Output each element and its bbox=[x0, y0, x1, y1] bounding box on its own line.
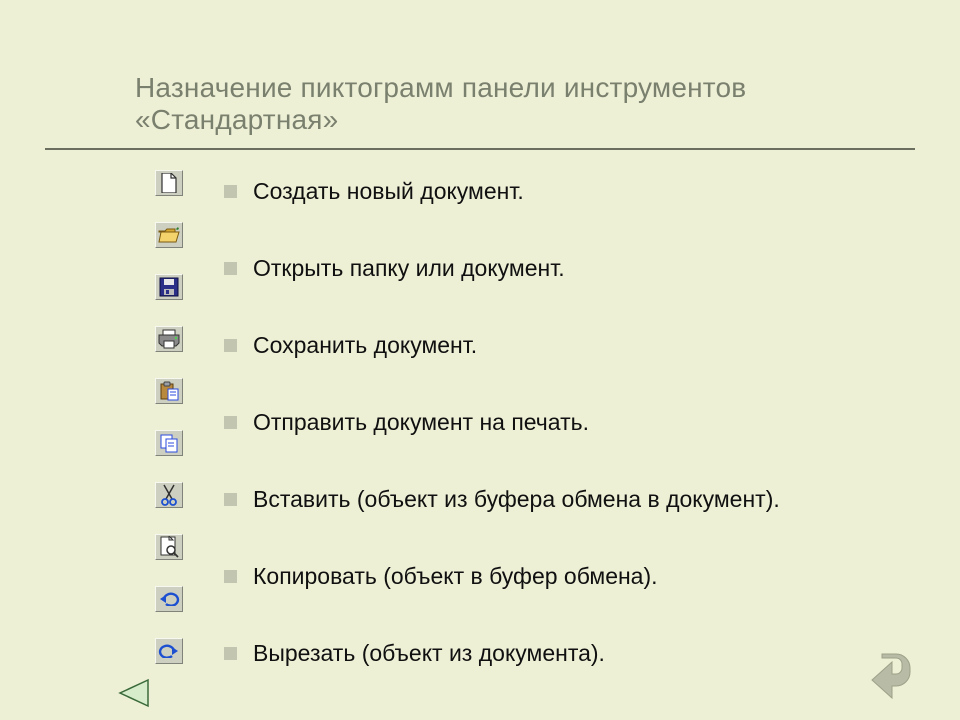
list-item: Копировать (объект в буфер обмена). bbox=[224, 563, 900, 590]
list-item: Создать новый документ. bbox=[224, 178, 900, 205]
print-preview-icon bbox=[155, 534, 183, 560]
bullet-icon bbox=[224, 262, 237, 275]
list-item: Сохранить документ. bbox=[224, 332, 900, 359]
nav-return-button[interactable] bbox=[860, 646, 924, 700]
toolbar-icon-column bbox=[155, 170, 185, 690]
list-item-label: Сохранить документ. bbox=[253, 332, 477, 359]
nav-back-button[interactable] bbox=[116, 678, 150, 708]
undo-icon bbox=[155, 586, 183, 612]
list-item: Отправить документ на печать. bbox=[224, 409, 900, 436]
list-item-label: Вырезать (объект из документа). bbox=[253, 640, 605, 667]
redo-icon bbox=[155, 638, 183, 664]
description-list: Создать новый документ. Открыть папку ил… bbox=[224, 178, 900, 717]
cut-icon bbox=[155, 482, 183, 508]
list-item: Открыть папку или документ. bbox=[224, 255, 900, 282]
title-divider bbox=[45, 148, 915, 150]
slide: Назначение пиктограмм панели инструменто… bbox=[0, 0, 960, 720]
copy-icon bbox=[155, 430, 183, 456]
bullet-icon bbox=[224, 647, 237, 660]
list-item: Вырезать (объект из документа). bbox=[224, 640, 900, 667]
new-document-icon bbox=[155, 170, 183, 196]
bullet-icon bbox=[224, 570, 237, 583]
bullet-icon bbox=[224, 416, 237, 429]
list-item: Вставить (объект из буфера обмена в доку… bbox=[224, 486, 900, 513]
slide-title: Назначение пиктограмм панели инструменто… bbox=[135, 72, 900, 136]
list-item-label: Копировать (объект в буфер обмена). bbox=[253, 563, 658, 590]
save-icon bbox=[155, 274, 183, 300]
bullet-icon bbox=[224, 185, 237, 198]
open-folder-icon bbox=[155, 222, 183, 248]
list-item-label: Создать новый документ. bbox=[253, 178, 524, 205]
paste-icon bbox=[155, 378, 183, 404]
list-item-label: Открыть папку или документ. bbox=[253, 255, 565, 282]
bullet-icon bbox=[224, 339, 237, 352]
bullet-icon bbox=[224, 493, 237, 506]
print-icon bbox=[155, 326, 183, 352]
list-item-label: Вставить (объект из буфера обмена в доку… bbox=[253, 486, 780, 513]
list-item-label: Отправить документ на печать. bbox=[253, 409, 589, 436]
